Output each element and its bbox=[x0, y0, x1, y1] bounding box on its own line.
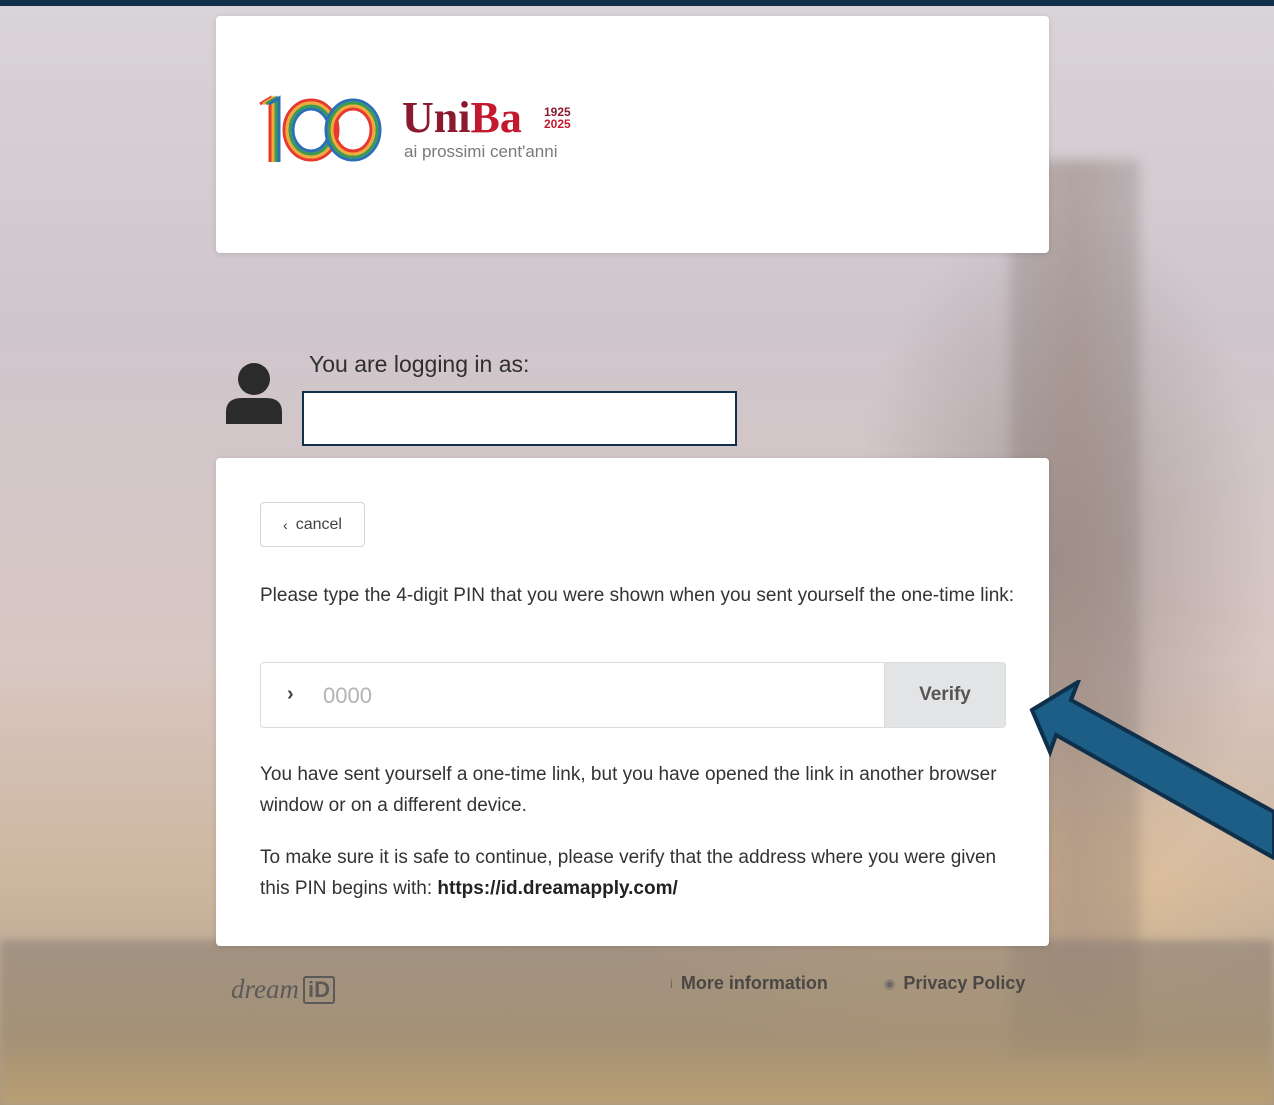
more-information-link[interactable]: i More information bbox=[670, 973, 828, 994]
account-email bbox=[302, 391, 737, 446]
top-bar bbox=[0, 0, 1274, 6]
pin-input-group: › Verify bbox=[260, 662, 1006, 728]
logo-tagline: ai prossimi cent'anni bbox=[404, 142, 558, 161]
uniba-logo: UniBa 1925 2025 ai prossimi cent'anni bbox=[256, 94, 596, 166]
shield-icon: ◉ bbox=[884, 975, 896, 991]
dreamid-id-mark: iD bbox=[303, 975, 335, 1004]
safety-notice: To make sure it is safe to continue, ple… bbox=[260, 847, 997, 899]
chevron-left-icon: ‹ bbox=[283, 516, 288, 533]
privacy-policy-link[interactable]: ◉ Privacy Policy bbox=[884, 973, 1025, 994]
info-icon: i bbox=[670, 976, 673, 991]
cancel-button[interactable]: ‹ cancel bbox=[260, 502, 365, 547]
centenary-100-mark bbox=[259, 95, 382, 162]
dreamid-brand: dream iD bbox=[231, 974, 335, 1005]
background-shore bbox=[0, 940, 1274, 1105]
logo-years: 1925 2025 bbox=[544, 105, 571, 131]
pin-card: ‹ cancel Please type the 4-digit PIN tha… bbox=[216, 458, 1049, 946]
logo-wordmark: UniBa bbox=[402, 93, 522, 142]
person-icon bbox=[224, 360, 284, 426]
chevron-right-icon: › bbox=[287, 683, 294, 705]
safety-url: https://id.dreamapply.com/ bbox=[437, 878, 678, 899]
logging-in-label: You are logging in as: bbox=[309, 351, 530, 377]
pin-instruction: Please type the 4-digit PIN that you wer… bbox=[260, 585, 1015, 606]
cancel-label: cancel bbox=[295, 515, 342, 533]
one-time-link-info: You have sent yourself a one-time link, … bbox=[260, 764, 997, 816]
pin-input[interactable] bbox=[321, 675, 875, 717]
verify-button[interactable]: Verify bbox=[884, 663, 1005, 727]
pointer-arrow bbox=[1029, 680, 1274, 860]
